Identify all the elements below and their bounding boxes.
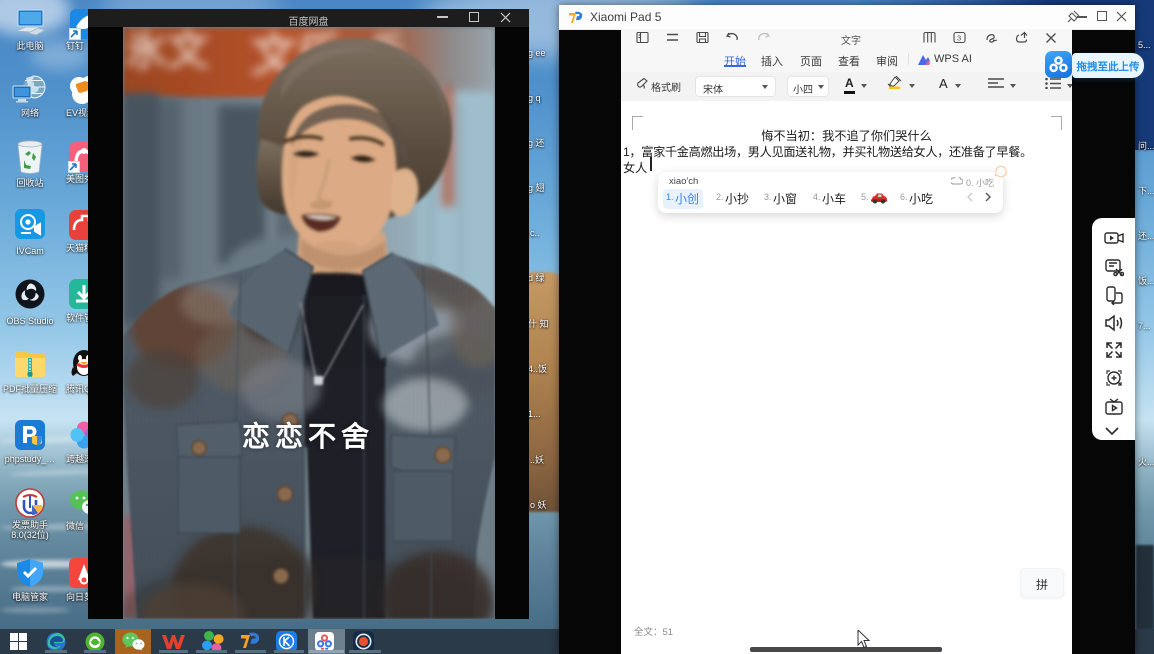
svg-text:氷文: 氷文	[125, 27, 209, 74]
svg-text:3: 3	[957, 34, 961, 43]
svg-text:e: e	[77, 82, 84, 96]
